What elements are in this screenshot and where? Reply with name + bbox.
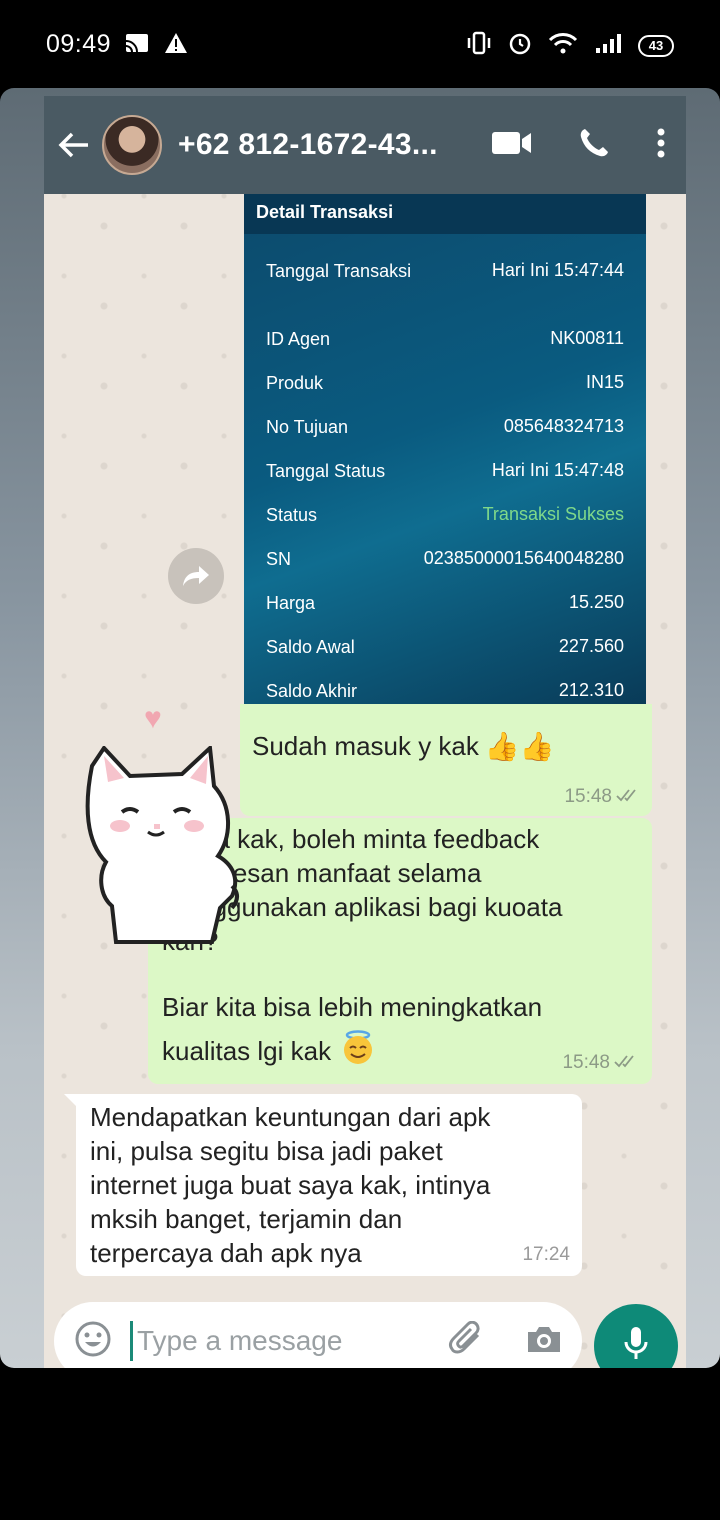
back-arrow-icon[interactable]	[44, 131, 102, 159]
message-text: Mendapatkan keuntungan dari apk ini, pul…	[90, 1102, 491, 1268]
receipt-row: Tanggal Transaksi Hari Ini 15:47:44	[266, 260, 624, 281]
message-text: Sudah masuk y kak	[252, 731, 479, 761]
mic-icon	[623, 1325, 649, 1368]
sent-message-bubble[interactable]: Sudah masuk y kak 👍👍 15:48	[240, 704, 652, 816]
more-vert-icon[interactable]	[656, 128, 666, 163]
battery-indicator: 43	[638, 34, 674, 57]
message-time: 15:48	[564, 786, 612, 807]
receipt-row: Tanggal Status Hari Ini 15:47:48	[266, 460, 624, 481]
message-time: 17:24	[522, 1244, 570, 1265]
message-list[interactable]: Detail Transaksi Tanggal Transaksi Hari …	[44, 194, 686, 1294]
signal-icon	[594, 32, 622, 59]
receipt-title: Detail Transaksi	[244, 194, 646, 234]
status-badge: Transaksi Sukses	[482, 504, 624, 524]
receipt-row: SN 02385000015640048280	[266, 548, 624, 569]
screen-recording-frame: +62 812-1672-43... Detail Transaksi Tang…	[0, 88, 720, 1368]
cat-sticker	[82, 743, 242, 946]
vibrate-icon	[466, 31, 492, 60]
transaction-receipt-image[interactable]: Detail Transaksi Tanggal Transaksi Hari …	[244, 194, 646, 708]
receipt-row: Saldo Awal 227.560	[266, 636, 624, 657]
receipt-row: No Tujuan 085648324713	[266, 416, 624, 437]
cast-icon	[124, 32, 150, 59]
thumbs-up-emoji-icon: 👍👍	[484, 731, 555, 762]
video-call-icon[interactable]	[492, 130, 532, 161]
receipt-row: Harga 15.250	[266, 592, 624, 613]
message-time: 15:48	[562, 1052, 610, 1073]
phone-call-icon[interactable]	[578, 127, 610, 164]
emoji-icon[interactable]	[74, 1320, 112, 1363]
smiling-face-with-halo-emoji-icon	[339, 1028, 377, 1074]
message-composer: Type a message	[54, 1302, 582, 1368]
chat-header: +62 812-1672-43...	[44, 96, 686, 194]
whatsapp-chat-screen: +62 812-1672-43... Detail Transaksi Tang…	[44, 96, 686, 1368]
wifi-icon	[548, 32, 578, 59]
avatar[interactable]	[102, 115, 162, 175]
receipt-row: Saldo Akhir 212.310	[266, 680, 624, 701]
message-input[interactable]: Type a message	[130, 1321, 342, 1361]
double-check-icon	[614, 1052, 640, 1074]
receipt-row: ID Agen NK00811	[266, 328, 624, 349]
double-check-icon	[616, 786, 642, 808]
heart-icon: ♥	[144, 702, 162, 735]
forward-icon[interactable]	[168, 548, 224, 604]
receipt-row: Status Transaksi Sukses	[266, 504, 624, 525]
alarm-icon	[508, 31, 532, 60]
status-bar: 09:49 43	[0, 0, 720, 88]
attach-icon[interactable]	[448, 1320, 486, 1362]
camera-icon[interactable]	[526, 1324, 562, 1359]
status-time: 09:49	[46, 30, 112, 58]
warning-icon	[164, 32, 188, 59]
received-message-bubble[interactable]: Mendapatkan keuntungan dari apk ini, pul…	[76, 1094, 582, 1276]
receipt-row: Produk IN15	[266, 372, 624, 393]
contact-name[interactable]: +62 812-1672-43...	[178, 128, 438, 162]
